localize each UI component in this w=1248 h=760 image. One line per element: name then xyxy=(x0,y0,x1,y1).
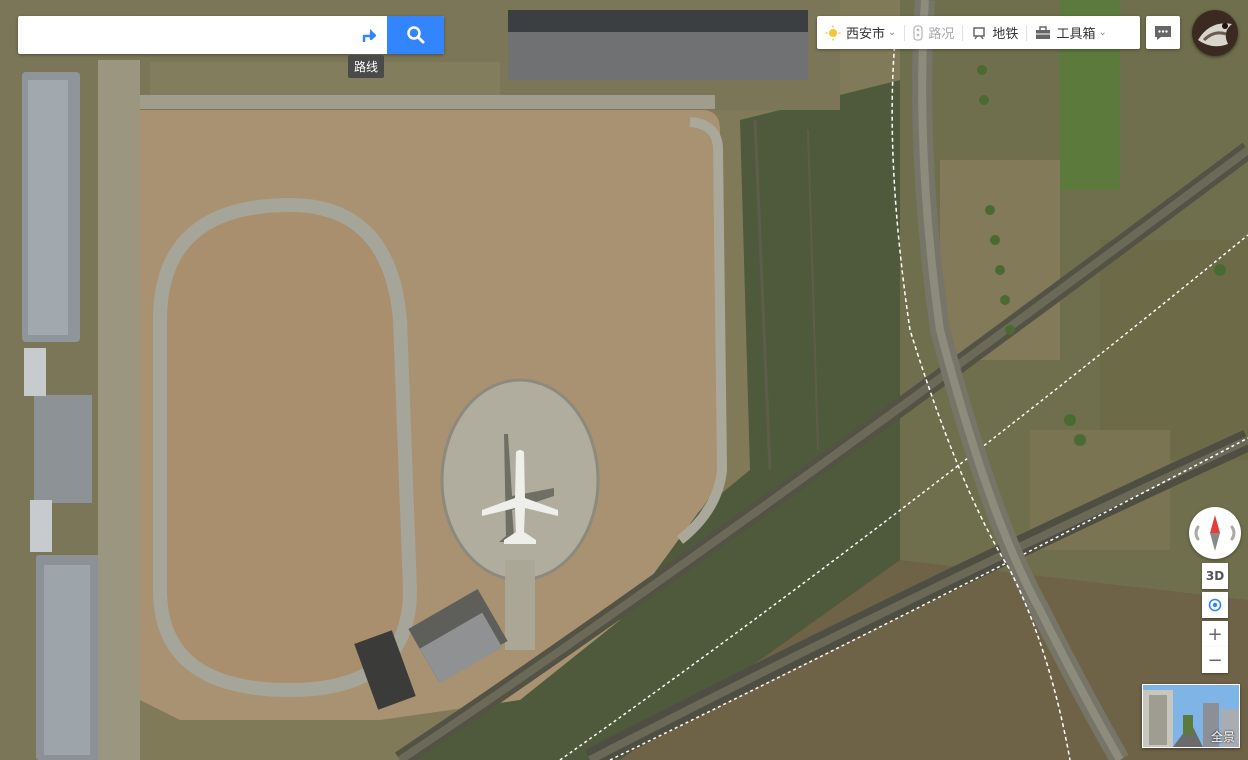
subway-button[interactable]: 地铁 xyxy=(963,16,1026,49)
traffic-button[interactable]: 路况 xyxy=(905,16,962,49)
search-button[interactable] xyxy=(387,16,444,54)
3d-button[interactable]: 3D xyxy=(1202,563,1228,589)
city-selector[interactable]: 西安市 ⌄ xyxy=(817,16,904,49)
traffic-label: 路况 xyxy=(928,27,955,42)
panorama-thumbnail[interactable]: 全景 xyxy=(1142,684,1240,748)
chevron-down-icon: ⌄ xyxy=(888,27,897,38)
locate-icon xyxy=(1208,598,1222,612)
user-avatar[interactable] xyxy=(1192,10,1238,56)
toolbox-button[interactable]: 工具箱 ⌄ xyxy=(1027,16,1114,49)
message-button[interactable] xyxy=(1146,16,1180,49)
zoom-in-button[interactable]: + xyxy=(1202,621,1228,647)
chevron-down-icon: ⌄ xyxy=(1098,27,1107,38)
city-label: 西安市 xyxy=(846,27,886,42)
route-arrow-icon xyxy=(362,29,377,42)
subway-icon xyxy=(973,26,986,39)
zoom-out-button[interactable]: − xyxy=(1202,647,1228,673)
route-button[interactable] xyxy=(350,16,388,54)
search-icon xyxy=(406,26,424,44)
locate-button[interactable] xyxy=(1202,592,1228,618)
search-box xyxy=(18,16,444,54)
panorama-label: 全景 xyxy=(1210,730,1235,744)
subway-label: 地铁 xyxy=(992,27,1019,42)
search-input[interactable] xyxy=(18,16,348,54)
route-tooltip: 路线 xyxy=(348,55,385,78)
message-icon xyxy=(1155,25,1171,40)
avatar-image xyxy=(1192,10,1238,56)
compass-icon xyxy=(1194,515,1236,551)
satellite-map[interactable] xyxy=(0,0,1248,760)
traffic-icon xyxy=(913,24,924,41)
weather-sun-icon xyxy=(825,25,841,40)
compass-control[interactable] xyxy=(1189,507,1241,559)
map-toolbar: 西安市 ⌄ 路况 地铁 工具箱 ⌄ xyxy=(817,16,1140,49)
toolbox-label: 工具箱 xyxy=(1056,27,1096,42)
toolbox-icon xyxy=(1036,25,1051,39)
